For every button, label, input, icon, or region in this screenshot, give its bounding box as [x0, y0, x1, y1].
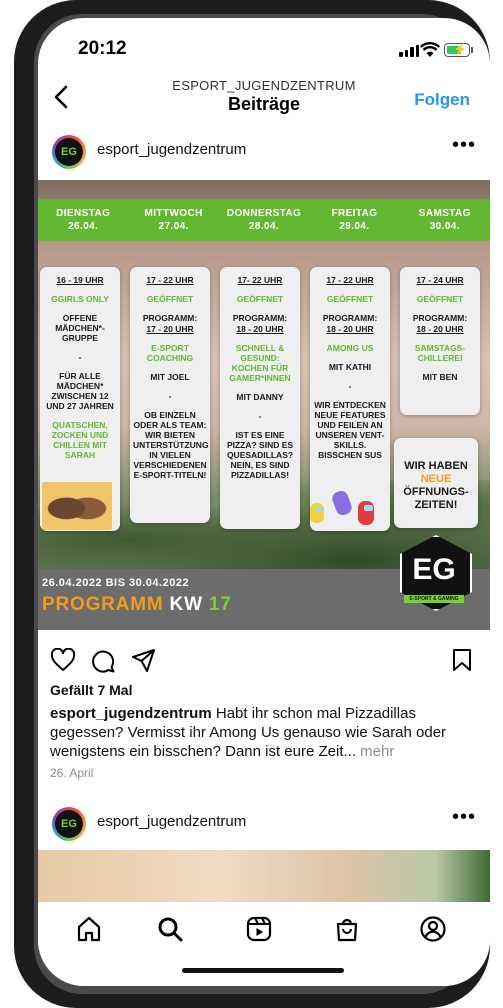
day-saturday: SAMSTAG 30.04.	[418, 208, 471, 232]
new-hours-note: WIR HABEN NEUE ÖFFNUNGS- ZEITEN!	[394, 438, 478, 528]
weekday-bar: DIENSTAG 26.04. MITTWOCH 27.04. DONNERSTAG…	[38, 199, 490, 241]
avatar[interactable]: EG	[52, 135, 86, 169]
day-friday: FREITAG 29.04.	[331, 208, 378, 232]
avatar-logo: EG	[55, 810, 83, 838]
program-headline: PROGRAMM KW 17	[42, 594, 232, 615]
more-link[interactable]: mehr	[360, 743, 394, 760]
next-post-image[interactable]	[38, 850, 490, 902]
esport-gaming-logo: EG E-SPORT & GAMING	[400, 535, 472, 615]
more-options-icon[interactable]: •••	[452, 806, 476, 829]
like-heart-icon[interactable]	[50, 648, 76, 672]
caption-username[interactable]: esport_jugendzentrum	[50, 705, 212, 722]
girls-illustration	[42, 482, 112, 530]
more-options-icon[interactable]: •••	[452, 134, 476, 157]
search-icon[interactable]	[155, 914, 185, 944]
wifi-icon	[420, 42, 440, 57]
day-thursday: DONNERSTAG 28.04.	[226, 208, 302, 232]
post-username[interactable]: esport_jugendzentrum	[97, 141, 246, 158]
day-tuesday: DIENSTAG 26.04.	[56, 208, 111, 232]
comment-icon[interactable]	[90, 648, 116, 674]
home-icon[interactable]	[74, 914, 104, 944]
bottom-tab-bar	[38, 902, 490, 986]
card-saturday: 17 - 24 UHR GEÖFFNET PROGRAMM: 18 - 20 U…	[400, 267, 480, 415]
post-actions	[38, 640, 490, 680]
home-indicator[interactable]	[182, 968, 344, 973]
next-post-header: EG esport_jugendzentrum •••	[38, 800, 490, 846]
day-wednesday: MITTWOCH 27.04.	[144, 208, 203, 232]
post-date: 26. April	[50, 766, 94, 780]
post-caption: esport_jugendzentrum Habt ihr schon mal …	[50, 704, 480, 761]
avatar[interactable]: EG	[52, 807, 86, 841]
nav-header: ESPORT_JUGENDZENTRUM Beiträge Folgen	[38, 76, 490, 128]
status-time: 20:12	[78, 38, 127, 59]
like-count[interactable]: Gefällt 7 Mal	[50, 682, 132, 698]
among-us-drawing	[310, 490, 374, 525]
bookmark-icon[interactable]	[452, 648, 472, 672]
avatar-logo: EG	[55, 138, 83, 166]
signal-icon	[399, 45, 419, 57]
post-image[interactable]: DIENSTAG 26.04. MITTWOCH 27.04. DONNERSTAG…	[38, 180, 490, 630]
status-bar: 20:12 ⚡	[38, 18, 490, 76]
phone-frame: 20:12 ⚡ ESPORT_JUGENDZENTRUM Beiträge Fo…	[14, 0, 490, 1008]
shop-icon[interactable]	[332, 914, 362, 944]
follow-button[interactable]: Folgen	[414, 90, 470, 110]
next-post-username[interactable]: esport_jugendzentrum	[97, 813, 246, 830]
post-header: EG esport_jugendzentrum •••	[38, 128, 490, 174]
battery-tip	[471, 47, 473, 53]
share-icon[interactable]	[131, 647, 157, 673]
date-range: 26.04.2022 BIS 30.04.2022	[42, 577, 190, 589]
profile-icon[interactable]	[418, 914, 448, 944]
screen: 20:12 ⚡ ESPORT_JUGENDZENTRUM Beiträge Fo…	[38, 18, 490, 986]
battery-icon: ⚡	[444, 43, 470, 57]
card-thursday: 17- 22 UHR GEÖFFNET PROGRAMM: 18 - 20 UH…	[220, 267, 300, 529]
reels-icon[interactable]	[244, 914, 274, 944]
card-wednesday: 17 - 22 UHR GEÖFFNET PROGRAMM: 17 - 20 U…	[130, 267, 210, 523]
